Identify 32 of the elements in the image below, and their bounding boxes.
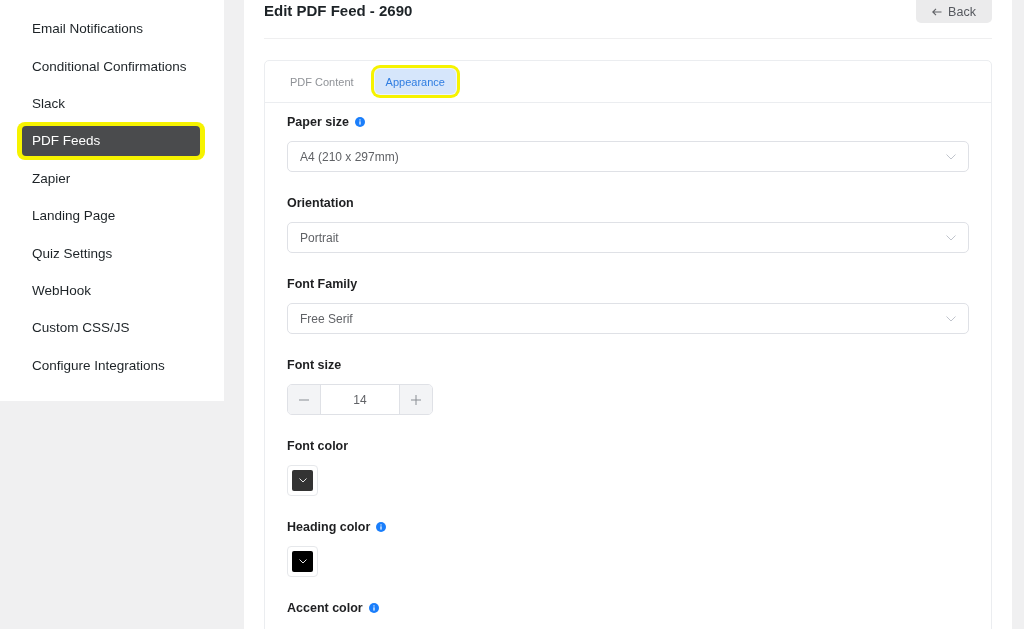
field-label: Paper size <box>287 115 349 129</box>
select-field[interactable]: A4 (210 x 297mm) <box>287 141 969 172</box>
number-input[interactable]: 14 <box>321 385 399 414</box>
field-label: Font size <box>287 358 342 372</box>
plus-icon <box>411 394 421 405</box>
sidebar-item[interactable]: Landing Page <box>22 200 200 231</box>
field-label: Font color <box>287 439 349 453</box>
sidebar-item[interactable]: PDF Feeds <box>22 126 200 156</box>
field-label: Accent color <box>287 601 363 615</box>
chevron-down-icon <box>946 315 956 322</box>
sidebar-item[interactable]: Custom CSS/JS <box>22 313 200 343</box>
sidebar-item[interactable]: Slack <box>22 88 200 119</box>
field-label: Font Family <box>287 277 358 291</box>
minus-icon <box>299 398 309 401</box>
chevron-down-icon <box>298 559 307 564</box>
chevron-down-icon <box>946 153 956 160</box>
sidebar-item[interactable]: Conditional Confirmations <box>22 51 200 81</box>
chevron-down-icon <box>946 234 956 241</box>
select-field[interactable]: Portrait <box>287 222 969 253</box>
select-field[interactable]: Free Serif <box>287 303 969 334</box>
sidebar-item[interactable]: Quiz Settings <box>22 238 200 268</box>
chevron-down-icon <box>298 478 307 483</box>
page-title: Edit PDF Feed - 2690 <box>264 2 413 19</box>
sidebar-item[interactable]: Zapier <box>22 163 200 193</box>
field-label: Heading color <box>287 520 371 534</box>
sidebar-item[interactable]: Email Notifications <box>22 14 200 44</box>
field-label: Orientation <box>287 196 354 210</box>
back-button[interactable]: Back <box>916 0 992 23</box>
arrow-left-icon <box>932 7 943 16</box>
sidebar-item[interactable]: Configure Integrations <box>22 350 200 380</box>
number-stepper[interactable]: 14 <box>287 384 433 415</box>
sidebar-item[interactable]: WebHook <box>22 275 200 306</box>
